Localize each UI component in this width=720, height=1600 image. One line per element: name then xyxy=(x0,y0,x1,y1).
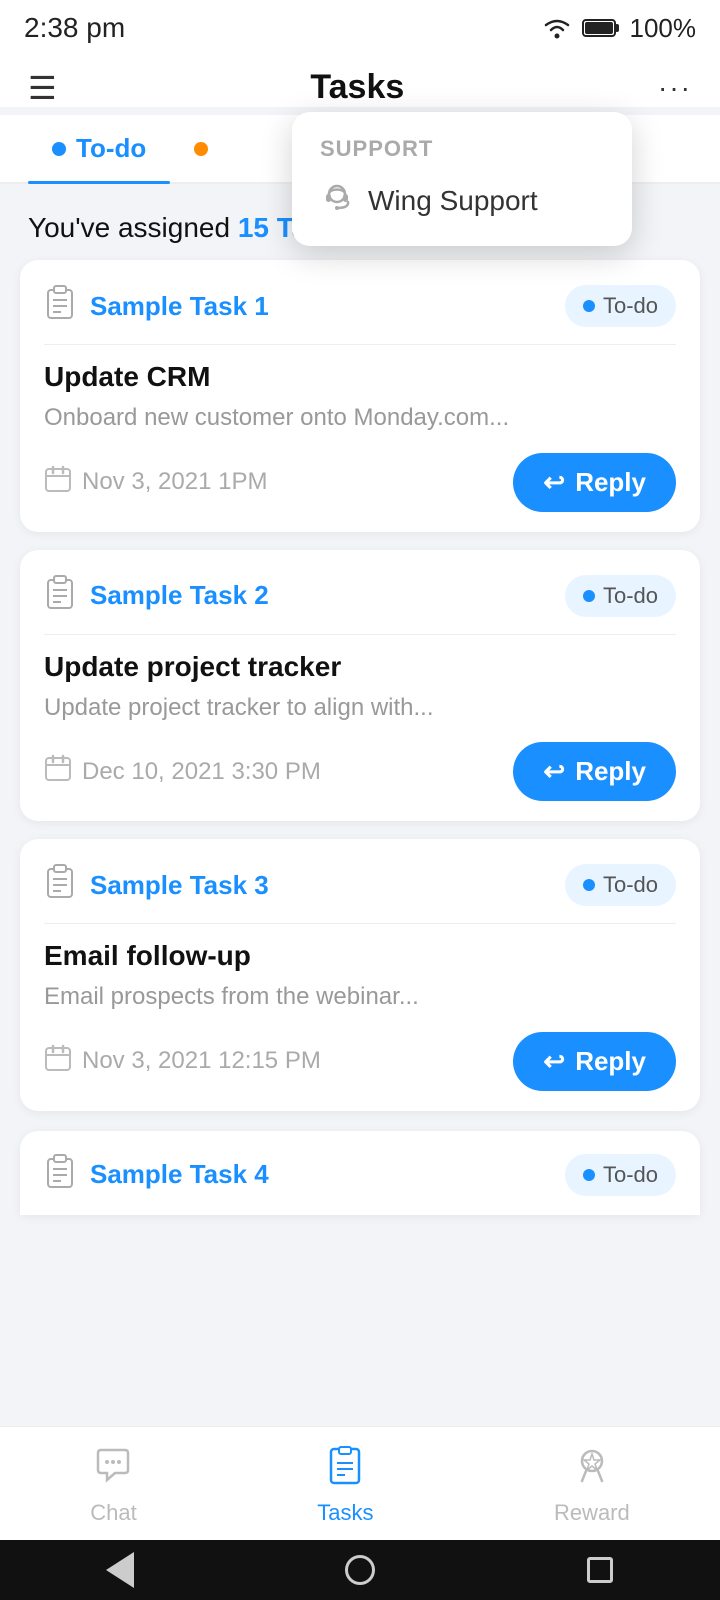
dropdown-section-label: SUPPORT xyxy=(320,136,604,162)
task-2-footer: Dec 10, 2021 3:30 PM ↩ Reply xyxy=(44,742,676,801)
task-2-name[interactable]: Sample Task 2 xyxy=(90,580,269,611)
task-1-reply-label: Reply xyxy=(575,467,646,498)
task-3-date-text: Nov 3, 2021 12:15 PM xyxy=(82,1047,321,1075)
task-1-footer: Nov 3, 2021 1PM ↩ Reply xyxy=(44,453,676,512)
task-card-1: Sample Task 1 To-do Update CRM Onboard n… xyxy=(20,260,700,532)
task-4-status-label: To-do xyxy=(603,1162,658,1188)
task-card-2: Sample Task 2 To-do Update project track… xyxy=(20,550,700,822)
task-1-name[interactable]: Sample Task 1 xyxy=(90,291,269,322)
task-1-reply-button[interactable]: ↩ Reply xyxy=(513,453,676,512)
task-2-reply-button[interactable]: ↩ Reply xyxy=(513,742,676,801)
clipboard-icon-1 xyxy=(44,284,76,328)
task-2-description: Update project tracker to align with... xyxy=(44,691,676,725)
task-3-reply-button[interactable]: ↩ Reply xyxy=(513,1032,676,1091)
task-1-badge-dot xyxy=(583,300,595,312)
status-time: 2:38 pm xyxy=(24,12,125,44)
task-2-status-label: To-do xyxy=(603,583,658,609)
task-2-date: Dec 10, 2021 3:30 PM xyxy=(44,754,321,789)
task-1-status-label: To-do xyxy=(603,293,658,319)
calendar-icon-1 xyxy=(44,465,72,500)
tasks-list: Sample Task 1 To-do Update CRM Onboard n… xyxy=(0,260,720,1131)
task-card-4-partial: Sample Task 4 To-do xyxy=(20,1131,700,1215)
android-recents-button[interactable] xyxy=(582,1552,618,1588)
task-3-status-label: To-do xyxy=(603,872,658,898)
task-1-name-wrapper: Sample Task 1 xyxy=(44,284,269,328)
task-4-header: Sample Task 4 To-do xyxy=(44,1153,676,1197)
task-2-header: Sample Task 2 To-do xyxy=(44,574,676,635)
status-icons: 100% xyxy=(542,13,697,44)
calendar-icon-3 xyxy=(44,1044,72,1079)
task-3-name[interactable]: Sample Task 3 xyxy=(90,870,269,901)
task-1-title: Update CRM xyxy=(44,361,676,393)
page-title: Tasks xyxy=(310,68,404,107)
tab-todo[interactable]: To-do xyxy=(28,115,170,182)
task-2-reply-label: Reply xyxy=(575,756,646,787)
app-header: ☰ Tasks ··· SUPPORT Wing Support xyxy=(0,52,720,107)
status-bar: 2:38 pm 100% xyxy=(0,0,720,52)
menu-icon[interactable]: ☰ xyxy=(28,72,57,104)
task-1-header: Sample Task 1 To-do xyxy=(44,284,676,345)
tab-other[interactable] xyxy=(170,115,232,182)
tab-todo-label: To-do xyxy=(76,133,146,164)
task-4-name-wrapper: Sample Task 4 xyxy=(44,1153,269,1197)
tasks-nav-icon xyxy=(325,1445,365,1494)
headset-icon xyxy=(320,180,354,222)
battery-icon xyxy=(582,17,620,39)
task-1-date: Nov 3, 2021 1PM xyxy=(44,465,267,500)
android-back-button[interactable] xyxy=(102,1552,138,1588)
task-2-title: Update project tracker xyxy=(44,651,676,683)
task-2-name-wrapper: Sample Task 2 xyxy=(44,574,269,618)
dropdown-wing-support-item[interactable]: Wing Support xyxy=(320,180,604,222)
tasks-nav-label: Tasks xyxy=(317,1500,373,1526)
calendar-icon-2 xyxy=(44,754,72,789)
more-options-icon[interactable]: ··· xyxy=(658,72,692,104)
dropdown-wing-support-label: Wing Support xyxy=(368,185,538,217)
android-home-button[interactable] xyxy=(342,1552,378,1588)
clipboard-icon-3 xyxy=(44,863,76,907)
task-4-status-badge: To-do xyxy=(565,1154,676,1196)
nav-item-chat[interactable]: Chat xyxy=(90,1445,136,1526)
task-1-date-text: Nov 3, 2021 1PM xyxy=(82,468,267,496)
nav-item-tasks[interactable]: Tasks xyxy=(317,1445,373,1526)
task-3-status-badge: To-do xyxy=(565,864,676,906)
clipboard-icon-2 xyxy=(44,574,76,618)
task-2-status-badge: To-do xyxy=(565,575,676,617)
summary-prefix: You've assigned xyxy=(28,212,238,243)
dropdown-menu: SUPPORT Wing Support xyxy=(292,112,632,246)
wifi-icon xyxy=(542,17,572,39)
tab-todo-dot xyxy=(52,142,66,156)
task-3-reply-label: Reply xyxy=(575,1046,646,1077)
reply-arrow-icon-1: ↩ xyxy=(543,467,565,498)
chat-nav-label: Chat xyxy=(90,1500,136,1526)
battery-percent: 100% xyxy=(630,13,697,44)
reply-arrow-icon-2: ↩ xyxy=(543,756,565,787)
task-1-description: Onboard new customer onto Monday.com... xyxy=(44,401,676,435)
task-3-description: Email prospects from the webinar... xyxy=(44,980,676,1014)
task-3-header: Sample Task 3 To-do xyxy=(44,863,676,924)
task-1-status-badge: To-do xyxy=(565,285,676,327)
reply-arrow-icon-3: ↩ xyxy=(543,1046,565,1077)
nav-item-reward[interactable]: Reward xyxy=(554,1445,630,1526)
task-4-badge-dot xyxy=(583,1169,595,1181)
android-navigation-bar xyxy=(0,1540,720,1600)
reward-nav-label: Reward xyxy=(554,1500,630,1526)
task-card-3: Sample Task 3 To-do Email follow-up Emai… xyxy=(20,839,700,1111)
task-3-name-wrapper: Sample Task 3 xyxy=(44,863,269,907)
task-2-badge-dot xyxy=(583,590,595,602)
bottom-navigation: Chat Tasks Reward xyxy=(0,1426,720,1540)
task-3-date: Nov 3, 2021 12:15 PM xyxy=(44,1044,321,1079)
task-2-date-text: Dec 10, 2021 3:30 PM xyxy=(82,758,321,786)
reward-nav-icon xyxy=(572,1445,612,1494)
task-4-name[interactable]: Sample Task 4 xyxy=(90,1159,269,1190)
chat-nav-icon xyxy=(93,1445,133,1494)
task-3-footer: Nov 3, 2021 12:15 PM ↩ Reply xyxy=(44,1032,676,1091)
clipboard-icon-4 xyxy=(44,1153,76,1197)
tab-other-dot xyxy=(194,142,208,156)
task-3-title: Email follow-up xyxy=(44,940,676,972)
task-3-badge-dot xyxy=(583,879,595,891)
